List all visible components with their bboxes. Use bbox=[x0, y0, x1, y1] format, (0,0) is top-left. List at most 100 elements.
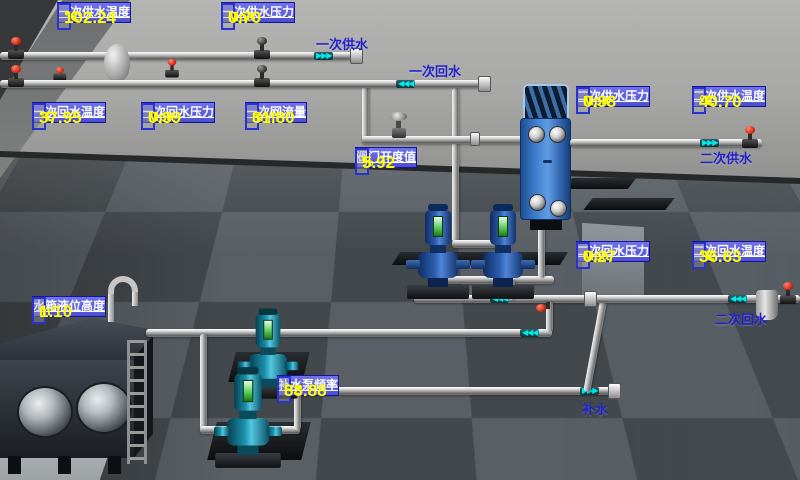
primary-return-valve-2[interactable] bbox=[254, 66, 270, 88]
pump-nozzle bbox=[267, 426, 282, 436]
heat-exchanger bbox=[520, 84, 572, 234]
valve-stem bbox=[260, 44, 264, 51]
primary-supply-valve[interactable] bbox=[8, 38, 24, 60]
pipe-label-secondary-return: 二次回水 bbox=[715, 309, 767, 328]
pipe-flange bbox=[478, 76, 491, 92]
display-unit: m³/h bbox=[252, 108, 279, 126]
tank-vent-pipe bbox=[108, 292, 114, 322]
valve-handle-icon bbox=[257, 37, 267, 45]
pump-nozzle bbox=[214, 426, 229, 436]
pump-volute bbox=[483, 252, 523, 278]
display-unit: ℃ bbox=[699, 92, 715, 110]
pump-cap bbox=[493, 204, 513, 211]
pipe-secondary-supply bbox=[570, 139, 762, 147]
display-value-box: 0.70 Mpa bbox=[221, 3, 235, 30]
valve-body bbox=[254, 50, 270, 59]
pipe-label-primary-return: 一次回水 bbox=[409, 61, 461, 80]
display-value-box: 1.10 m³ bbox=[32, 297, 46, 324]
display-unit: ℃ bbox=[39, 108, 55, 126]
pipe-label-primary-supply: 一次供水 bbox=[316, 34, 368, 53]
valve-handle-icon bbox=[11, 65, 21, 73]
tank-manhole-2 bbox=[76, 382, 132, 434]
valve-body bbox=[254, 78, 270, 87]
display-unit: Mpa bbox=[583, 92, 609, 110]
pump-base bbox=[215, 453, 281, 468]
display-value-box: 37.95 ℃ bbox=[32, 103, 46, 130]
secondary-return-valve[interactable] bbox=[780, 283, 796, 305]
flow-arrow-icon bbox=[314, 52, 333, 60]
display-value-box: 0.27 Mpa bbox=[576, 242, 590, 269]
pump-neck bbox=[430, 245, 446, 253]
makeup-pump-2[interactable] bbox=[223, 367, 274, 469]
valve-handle-icon bbox=[168, 59, 177, 66]
display-value-box: 0.38 Mpa bbox=[576, 87, 590, 114]
pump-indicator bbox=[243, 380, 254, 402]
display-unit: ℃ bbox=[699, 247, 715, 265]
pipe-makeup-discharge bbox=[298, 387, 616, 395]
pipe-makeup-riser bbox=[200, 334, 207, 430]
pump-neck bbox=[495, 245, 511, 253]
tank-leg bbox=[108, 456, 121, 474]
tank-manhole-1 bbox=[17, 386, 73, 438]
valve-handle-icon bbox=[56, 67, 64, 73]
pipe-label-makeup-water: 补水 bbox=[582, 399, 608, 418]
drain-valve[interactable] bbox=[53, 64, 64, 78]
hx-port-bottom-left bbox=[529, 194, 546, 211]
flow-arrow-icon bbox=[396, 80, 415, 88]
display-value-box: 40.70 ℃ bbox=[692, 87, 706, 114]
display-value-box: 36.63 ℃ bbox=[692, 242, 706, 269]
tank-leg bbox=[8, 456, 21, 474]
pump-cap bbox=[259, 308, 278, 315]
platform-strip-1 bbox=[564, 178, 637, 189]
flow-arrow-icon bbox=[700, 139, 719, 147]
pump-nozzle bbox=[456, 260, 470, 269]
pump-indicator bbox=[433, 216, 443, 237]
valve-body bbox=[165, 70, 179, 78]
hx-port-bottom-right bbox=[550, 200, 567, 217]
primary-return-valve[interactable] bbox=[8, 66, 24, 88]
return-stub-valve[interactable] bbox=[540, 296, 556, 318]
hx-top-frame bbox=[523, 84, 569, 122]
control-valve[interactable] bbox=[388, 112, 410, 140]
flow-arrow-icon bbox=[728, 295, 747, 303]
pump-indicator bbox=[263, 320, 273, 340]
display-unit: Hz bbox=[284, 381, 300, 399]
handwheel-icon bbox=[390, 112, 407, 121]
pipe-flange bbox=[584, 291, 597, 307]
valve-handle-icon bbox=[257, 65, 267, 73]
valve-stem bbox=[786, 289, 790, 296]
valve-body bbox=[742, 139, 758, 148]
pump-base bbox=[472, 285, 534, 299]
primary-supply-valve-2[interactable] bbox=[254, 38, 270, 60]
tank-leg bbox=[58, 456, 71, 474]
display-value-box: 0.39 Mpa bbox=[141, 103, 155, 130]
pipe-flange bbox=[608, 383, 621, 399]
pipe-valve-riser bbox=[362, 86, 369, 142]
display-unit: Mpa bbox=[228, 8, 254, 26]
display-unit: % bbox=[362, 153, 374, 171]
valve-body bbox=[392, 128, 406, 138]
valve-body bbox=[8, 50, 24, 59]
pump-volute bbox=[418, 252, 458, 278]
valve-body bbox=[8, 78, 24, 87]
pump-cap bbox=[428, 204, 448, 211]
hx-face-mark bbox=[543, 160, 552, 163]
display-value-box: 31.80 m³/h bbox=[245, 103, 259, 130]
separator-drain-valve[interactable] bbox=[165, 60, 179, 79]
pump-base bbox=[407, 285, 469, 299]
hx-port-top-right bbox=[549, 126, 566, 143]
tank-ladder bbox=[127, 340, 147, 464]
display-value-box: 102.24 ℃ bbox=[57, 3, 71, 30]
display-unit: Mpa bbox=[583, 247, 609, 265]
circulation-pump-1[interactable] bbox=[414, 204, 462, 300]
pipe-label-secondary-supply: 二次供水 bbox=[700, 148, 752, 167]
valve-handle-icon bbox=[783, 282, 793, 290]
hmi-screen: 一次供水 一次回水 二次供水 二次回水 补水 一次供水温度 102.24 ℃ 一… bbox=[0, 0, 800, 480]
valve-stem bbox=[748, 133, 752, 140]
display-value-box: 33.88 Hz bbox=[277, 376, 291, 403]
secondary-supply-valve[interactable] bbox=[742, 127, 758, 149]
pump-nozzle bbox=[406, 260, 420, 269]
valve-handle-icon bbox=[11, 37, 21, 45]
flow-arrow-icon bbox=[520, 329, 539, 337]
pump-neck bbox=[240, 411, 257, 419]
